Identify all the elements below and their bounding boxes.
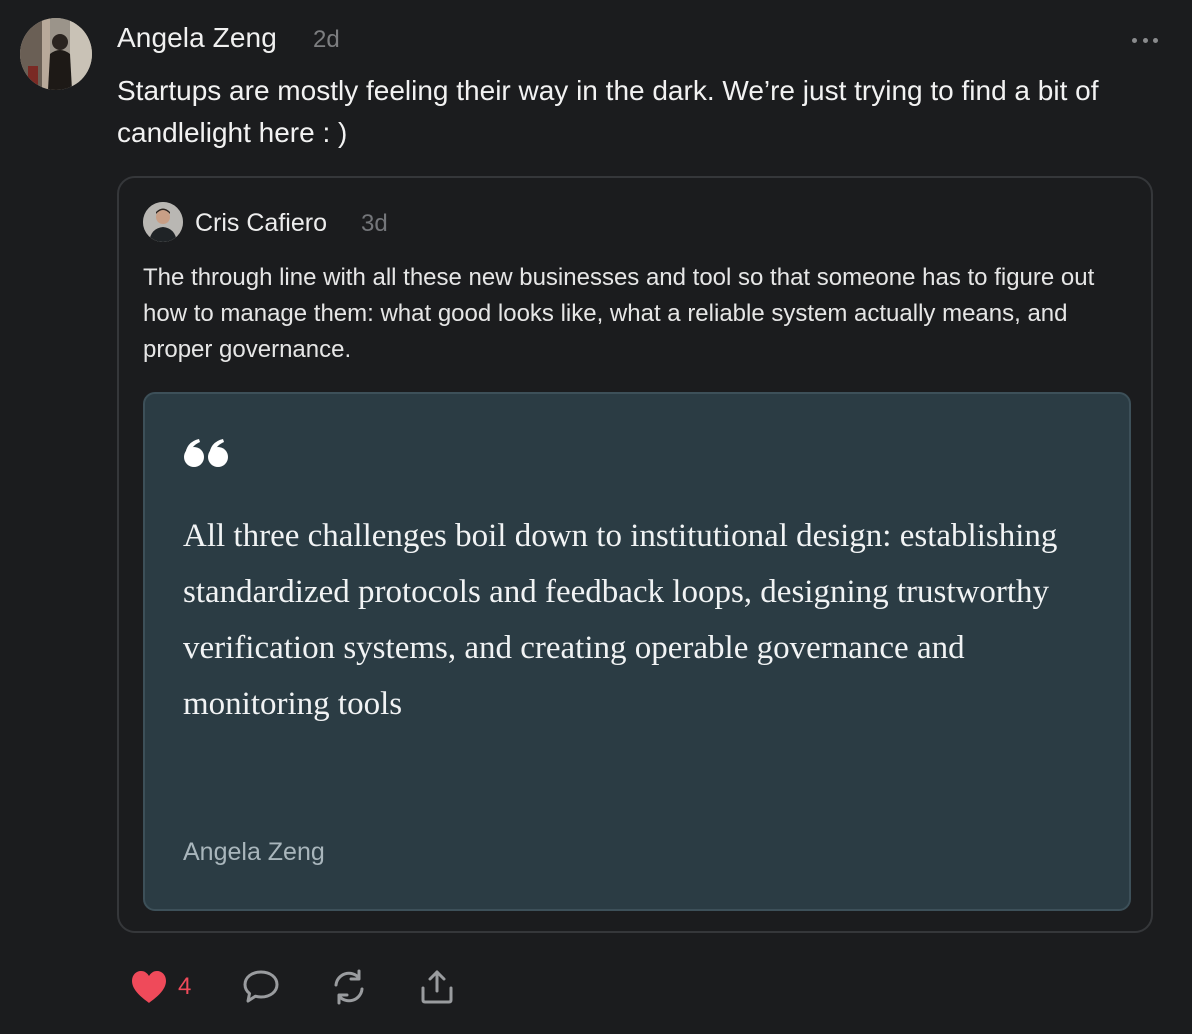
embed-timestamp[interactable]: 3d xyxy=(361,210,388,238)
embedded-note[interactable]: Cris Cafiero 3d The through line with al… xyxy=(117,176,1153,933)
share-button[interactable] xyxy=(418,962,456,1012)
heart-icon xyxy=(132,971,166,1003)
post-author-name[interactable]: Angela Zeng xyxy=(117,22,277,54)
quote-attribution: Angela Zeng xyxy=(183,838,325,866)
comment-icon xyxy=(243,970,279,1003)
quote-mark-icon xyxy=(183,438,231,473)
quote-card[interactable]: All three challenges boil down to instit… xyxy=(143,392,1131,911)
embed-text: The through line with all these new busi… xyxy=(143,264,1095,363)
more-dots-icon[interactable] xyxy=(1132,30,1158,50)
user-photo-avatar xyxy=(20,18,92,90)
restack-icon xyxy=(334,969,364,1005)
share-icon xyxy=(421,970,453,1004)
dot xyxy=(1132,37,1137,43)
like-count: 4 xyxy=(178,973,192,1000)
post-text: Startups are mostly feeling their way in… xyxy=(117,75,1099,148)
like-button[interactable]: 4 xyxy=(130,962,191,1012)
quote-text: All three challenges boil down to instit… xyxy=(183,518,1058,722)
post-timestamp[interactable]: 2d xyxy=(313,26,340,54)
embed-author-avatar[interactable] xyxy=(143,202,183,242)
restack-button[interactable] xyxy=(330,962,368,1012)
comment-button[interactable] xyxy=(242,962,280,1012)
dot xyxy=(1142,37,1148,43)
dot xyxy=(1153,37,1158,43)
author-avatar[interactable] xyxy=(20,18,92,90)
embed-author-name[interactable]: Cris Cafiero xyxy=(195,209,327,238)
user-photo-avatar xyxy=(143,202,183,242)
